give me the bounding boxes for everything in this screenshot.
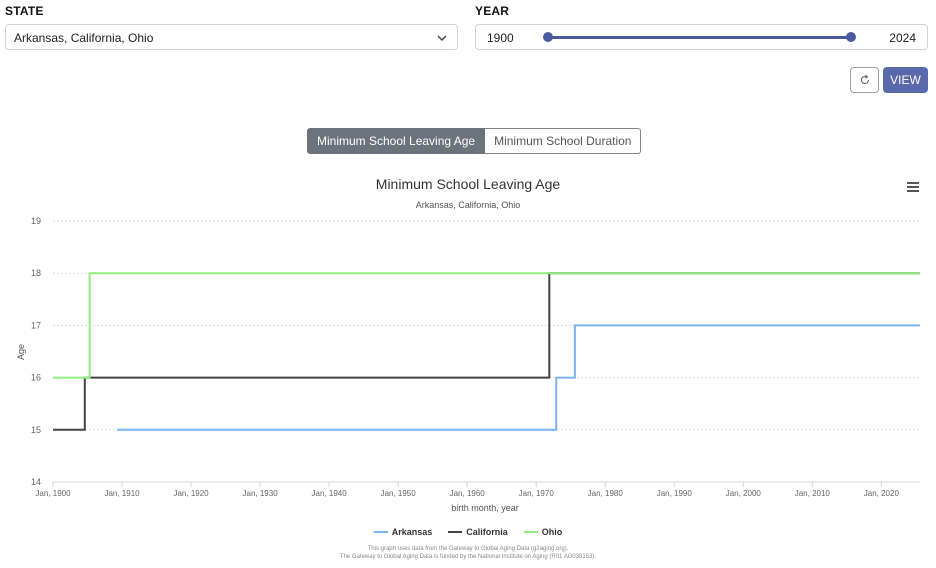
legend-item-arkansas[interactable]: Arkansas: [373, 527, 433, 537]
credits-line-1: This graph uses data from the Gateway to…: [367, 546, 569, 552]
legend-swatch: [373, 531, 388, 533]
x-tick-label: Jan, 2010: [795, 489, 831, 498]
legend-item-california[interactable]: California: [448, 527, 508, 537]
y-tick-label: 16: [31, 373, 41, 383]
x-tick-label: Jan, 1920: [173, 489, 209, 498]
legend-label: California: [466, 527, 508, 537]
x-tick-label: Jan, 1990: [657, 489, 693, 498]
chart-grid: [52, 220, 920, 487]
x-tick-label: Jan, 1930: [243, 489, 279, 498]
x-tick-label: Jan, 1910: [104, 489, 140, 498]
x-tick-label: Jan, 1960: [450, 489, 486, 498]
chart-series: [53, 272, 920, 431]
y-tick-label: 19: [31, 216, 41, 226]
y-tick-label: 15: [31, 425, 41, 435]
x-tick-label: Jan, 1950: [381, 489, 417, 498]
chart-legend: Arkansas California Ohio: [0, 527, 936, 537]
y-tick-label: 14: [31, 477, 41, 487]
legend-label: Arkansas: [391, 527, 433, 537]
y-tick-label: 18: [31, 268, 41, 278]
series-line-california[interactable]: [53, 272, 920, 431]
y-tick-labels: 14 15 16 17 18 19: [31, 216, 41, 487]
x-tick-label: Jan, 2000: [726, 489, 762, 498]
legend-label: Ohio: [541, 527, 563, 537]
legend-swatch: [523, 531, 538, 533]
x-tick-label: Jan, 1970: [519, 489, 555, 498]
x-axis-label: birth month, year: [451, 503, 519, 513]
x-tick-labels: Jan, 1900 Jan, 1910 Jan, 1920 Jan, 1930 Jan,…: [35, 489, 899, 498]
legend-swatch: [448, 531, 463, 533]
x-tick-label: Jan, 1980: [588, 489, 624, 498]
y-axis-label: Age: [16, 344, 26, 360]
x-tick-label: Jan, 1900: [35, 489, 71, 498]
chart-credits: This graph uses data from the Gateway to…: [0, 545, 936, 561]
legend-item-ohio[interactable]: Ohio: [523, 527, 563, 537]
x-tick-label: Jan, 1940: [312, 489, 348, 498]
credits-line-2: The Gateway to Global Aging Data is fund…: [339, 554, 597, 560]
x-tick-label: Jan, 2020: [864, 489, 900, 498]
y-tick-label: 17: [31, 320, 41, 330]
chart-plot: 14 15 16 17 18 19 Jan, 1900 Jan, 1910 Jan, 1920…: [16, 216, 920, 513]
